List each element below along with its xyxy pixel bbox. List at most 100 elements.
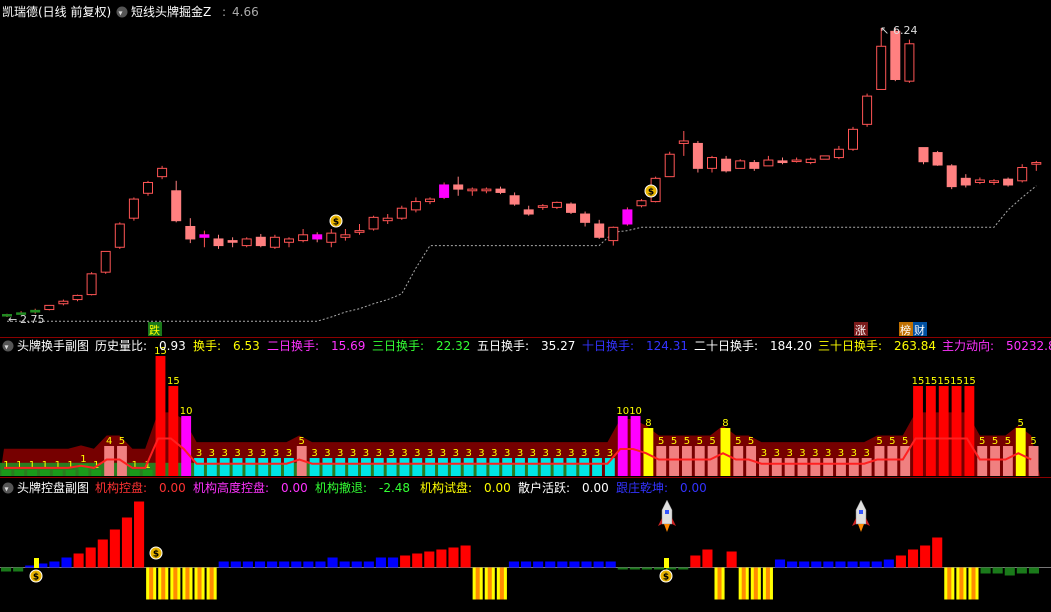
turnover-bar	[283, 458, 294, 476]
candle	[523, 205, 534, 216]
price-high-arrow: ↖	[880, 24, 889, 37]
turnover-label: 1	[29, 460, 35, 471]
candle	[241, 237, 252, 248]
panel2-item-label: 三日换手:	[372, 339, 424, 353]
control-bar	[279, 561, 290, 568]
control-bar	[835, 561, 846, 568]
turnover-label: 3	[851, 448, 857, 459]
turnover-bar	[656, 446, 667, 476]
candle	[749, 160, 760, 171]
candle-body	[523, 209, 534, 215]
turnover-label: 5	[748, 436, 754, 447]
candle	[368, 215, 379, 231]
control-bar	[448, 547, 459, 568]
turnover-bar	[463, 458, 474, 476]
turnover-label: 3	[401, 448, 407, 459]
turnover-bar	[361, 458, 371, 476]
turnover-bar	[771, 458, 782, 476]
control-bar	[569, 561, 580, 568]
price-low-label: 2.75	[20, 313, 45, 326]
header-panel-2: ▾ 头牌换手副图 历史量比: 0.93 换手: 6.53 二日换手: 15.69 三日…	[2, 338, 1051, 353]
zhang-marker: 涨	[855, 324, 866, 337]
turnover-bar	[206, 458, 217, 476]
panel3-title: 头牌控盘副图	[17, 480, 89, 495]
turnover-bar	[874, 446, 885, 476]
turnover-label: 10	[616, 406, 629, 417]
control-bar	[545, 561, 556, 568]
candle	[537, 204, 548, 210]
control-bar	[508, 561, 519, 568]
control-bar	[787, 561, 798, 568]
panel2-item-value: 0.93	[159, 339, 186, 353]
panel3-item-value: 0.00	[281, 481, 308, 495]
panel3-item-value: 0.00	[680, 481, 707, 495]
candle-body	[537, 205, 548, 208]
control-bar	[1016, 567, 1027, 574]
control-bar	[774, 559, 786, 568]
control-bar	[823, 561, 834, 568]
candle-body	[312, 234, 323, 240]
header-panel-3: ▾ 头牌控盘副图 机构控盘: 0.00 机构高度控盘: 0.00 机构撤退: -2.…	[2, 480, 707, 495]
turnover-bar	[425, 458, 436, 476]
candle-body	[340, 234, 351, 238]
candle-body	[721, 158, 732, 172]
rocket-icon	[658, 499, 676, 532]
turnover-label: 3	[581, 448, 587, 459]
turnover-bar	[476, 458, 487, 476]
control-bar	[121, 517, 133, 568]
turnover-label: 8	[645, 418, 651, 429]
candle	[269, 234, 280, 249]
bang-marker: 榜	[900, 323, 911, 337]
control-bar	[315, 561, 326, 568]
panel2-item-value: 35.27	[541, 339, 575, 353]
candle	[1003, 177, 1014, 187]
control-bar	[230, 561, 241, 568]
turnover-label: 3	[478, 448, 484, 459]
turnover-label: 3	[324, 448, 330, 459]
candle-body	[848, 128, 858, 150]
control-bar	[303, 561, 314, 568]
control-bar	[533, 561, 544, 568]
candle-body	[918, 147, 929, 163]
candle-body	[735, 160, 746, 169]
control-bar	[811, 561, 822, 568]
panel2-item-label: 五日换手:	[477, 339, 529, 353]
control-bar	[339, 561, 350, 568]
control-bar	[218, 561, 229, 568]
candle	[425, 197, 435, 205]
candle-body	[1017, 167, 1028, 182]
candle	[255, 233, 266, 248]
control-bar	[412, 553, 423, 568]
candle-body	[439, 184, 450, 198]
candle-body	[932, 152, 943, 166]
candle	[678, 130, 689, 156]
turnover-label: 4	[106, 436, 112, 447]
turnover-label: 3	[350, 448, 356, 459]
candle-body	[227, 240, 238, 243]
candle-body	[580, 213, 591, 223]
candle-body	[143, 181, 153, 194]
candle	[805, 157, 816, 165]
candle-body	[425, 198, 435, 203]
candle	[453, 176, 464, 196]
panel2-item-label: 三十日换手:	[818, 339, 882, 353]
candle	[509, 192, 520, 206]
turnover-label: 3	[786, 448, 792, 459]
candle	[946, 164, 957, 190]
turnover-bar	[617, 416, 628, 476]
turnover-bar	[194, 458, 204, 476]
candle-body	[326, 232, 337, 243]
control-bar	[557, 561, 568, 568]
turnover-label: 5	[902, 436, 908, 447]
turnover-label: 3	[812, 448, 818, 459]
control-bar	[460, 545, 471, 568]
turnover-label: 3	[440, 448, 446, 459]
control-bar	[267, 561, 278, 568]
candle	[1031, 160, 1042, 171]
turnover-label: 3	[427, 448, 433, 459]
panel3-item-label: 机构撤退:	[315, 480, 367, 495]
control-bar	[61, 557, 72, 568]
turnover-bar	[1015, 428, 1026, 476]
control-bar-inner	[487, 567, 492, 600]
control-bar	[678, 567, 689, 570]
